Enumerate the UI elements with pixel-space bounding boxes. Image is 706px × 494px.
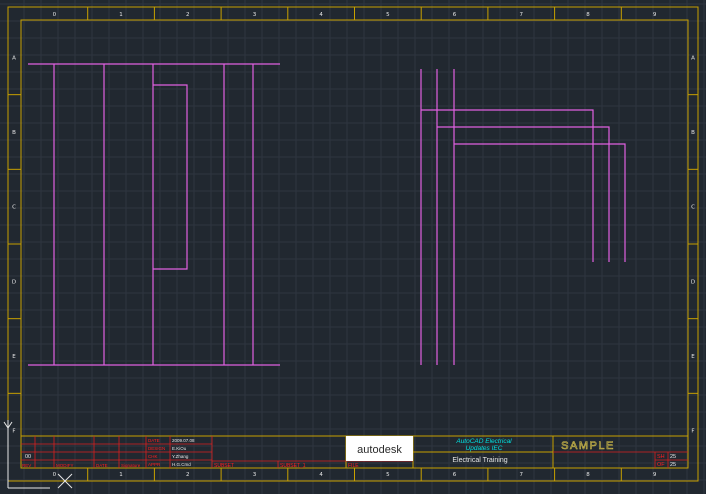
zone-column-label: 1 <box>119 12 123 18</box>
autodesk-logo: autodesk <box>357 444 402 456</box>
product-title-line2: Updates IEC <box>466 445 503 452</box>
zone-row-label: E <box>691 354 695 360</box>
info-label: CHK <box>148 454 158 459</box>
drawing-canvas[interactable]: 00112233445566778899A AB BC CD DE EF F a… <box>0 0 706 494</box>
zone-row-label: B <box>12 130 16 136</box>
sheet-of-label: OF <box>657 462 665 468</box>
zone-row-label: C <box>12 205 16 211</box>
info-value: 2009.07.08 <box>172 438 195 443</box>
info-value: E.KiOu <box>172 446 187 451</box>
zone-column-label: 2 <box>186 12 190 18</box>
info-label: DATE <box>148 438 160 443</box>
zone-column-label: 3 <box>253 12 257 18</box>
sheet-number: 25 <box>670 454 676 460</box>
zone-column-label: 5 <box>386 472 390 478</box>
zone-column-label: 5 <box>386 12 390 18</box>
zone-row-label: C <box>691 205 695 211</box>
subset-label: SUBSET <box>214 463 234 469</box>
zone-row-label: B <box>691 130 695 136</box>
zone-row-label: F <box>12 429 15 435</box>
subset-label: SUBSET_1 <box>280 463 306 469</box>
zone-row-label: D <box>12 279 16 285</box>
zone-row-label: E <box>12 354 16 360</box>
zone-column-label: 0 <box>53 12 57 18</box>
zone-column-label: 7 <box>520 12 524 18</box>
zone-column-label: 1 <box>119 472 123 478</box>
info-label: APPR <box>148 462 161 467</box>
subset-label: FILE <box>348 463 359 469</box>
info-label: DESIGN <box>148 446 165 451</box>
zone-row-label: A <box>12 55 16 61</box>
revision-header: MODIFY <box>56 463 74 468</box>
zone-row-label: D <box>691 279 695 285</box>
zone-column-label: 9 <box>653 12 657 18</box>
revision-header: Signature <box>121 463 141 468</box>
sheet-label: SH <box>657 454 665 460</box>
revision-header: DATE <box>96 463 108 468</box>
revision-header: REV <box>22 463 31 468</box>
zone-column-label: 0 <box>53 472 57 478</box>
zone-column-label: 8 <box>586 12 590 18</box>
zone-row-label: F <box>691 429 694 435</box>
zone-column-label: 7 <box>520 472 524 478</box>
sample-stamp: SAMPLE <box>561 440 615 452</box>
training-title: Electrical Training <box>452 457 507 464</box>
model-space-background <box>0 0 706 494</box>
zone-column-label: 6 <box>453 12 457 18</box>
info-value: Y.Zhang <box>172 454 189 459</box>
product-title-line1: AutoCAD Electrical <box>455 438 512 445</box>
zone-column-label: 4 <box>319 472 323 478</box>
zone-row-label: A <box>691 55 695 61</box>
sheet-total: 25 <box>670 462 676 468</box>
zone-column-label: 6 <box>453 472 457 478</box>
zone-column-label: 9 <box>653 472 657 478</box>
zone-column-label: 4 <box>319 12 323 18</box>
zone-column-label: 3 <box>253 472 257 478</box>
info-value: H.G.Cmd <box>172 462 191 467</box>
zone-column-label: 8 <box>586 472 590 478</box>
rev-symbol: 00 <box>25 454 31 460</box>
zone-column-label: 2 <box>186 472 190 478</box>
